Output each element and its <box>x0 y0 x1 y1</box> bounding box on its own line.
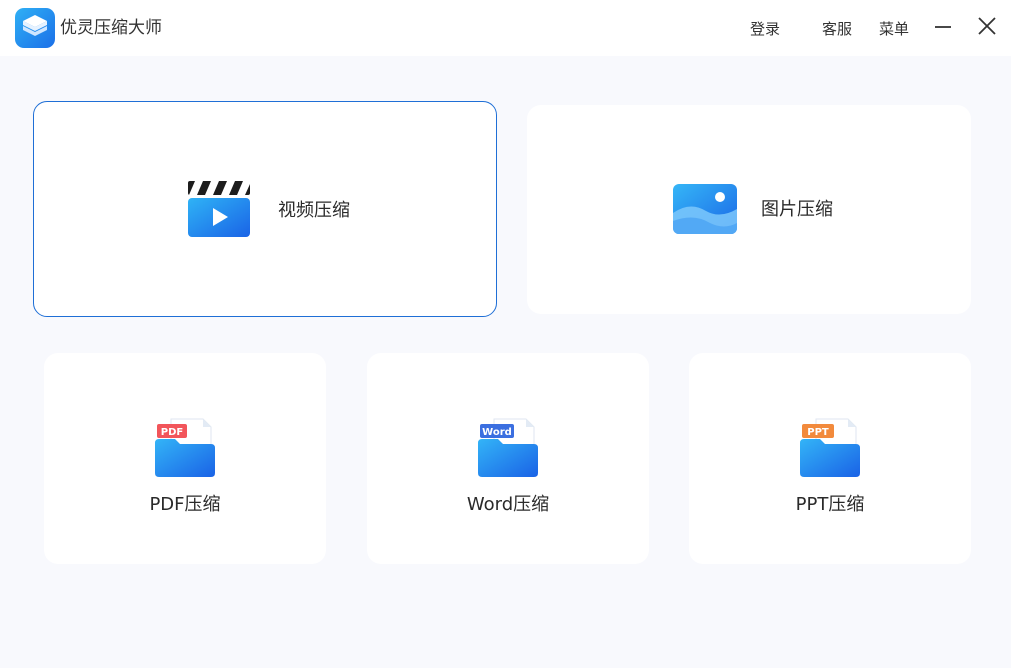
video-compress-card[interactable]: 视频压缩 <box>33 101 497 317</box>
pdf-folder-icon: PDF <box>155 418 215 477</box>
minimize-icon[interactable] <box>932 15 954 37</box>
ppt-compress-card[interactable]: PPT PPT压缩 <box>689 353 971 564</box>
image-landscape-icon <box>673 184 737 234</box>
close-icon[interactable] <box>976 15 998 37</box>
ppt-folder-icon: PPT <box>800 418 860 477</box>
app-title: 优灵压缩大师 <box>60 18 162 38</box>
layers-logo-icon <box>15 8 55 48</box>
pdf-compress-label: PDF压缩 <box>149 494 221 515</box>
customer-service-link[interactable]: 客服 <box>822 18 852 40</box>
ppt-compress-label: PPT压缩 <box>795 494 865 515</box>
video-clapper-icon <box>188 181 250 237</box>
pdf-compress-card[interactable]: PDF PDF压缩 <box>44 353 326 564</box>
image-compress-card[interactable]: 图片压缩 <box>527 105 971 314</box>
ppt-tag-text: PPT <box>807 427 829 438</box>
title-bar: 优灵压缩大师 登录 客服 菜单 <box>0 0 1011 56</box>
word-tag-text: Word <box>482 427 512 438</box>
word-compress-card[interactable]: Word Word压缩 <box>367 353 649 564</box>
video-compress-label: 视频压缩 <box>278 200 350 221</box>
word-folder-icon: Word <box>478 418 538 477</box>
image-compress-label: 图片压缩 <box>761 199 833 220</box>
login-link[interactable]: 登录 <box>750 18 780 40</box>
pdf-tag-text: PDF <box>161 427 183 438</box>
menu-link[interactable]: 菜单 <box>879 18 909 40</box>
word-compress-label: Word压缩 <box>466 494 550 515</box>
